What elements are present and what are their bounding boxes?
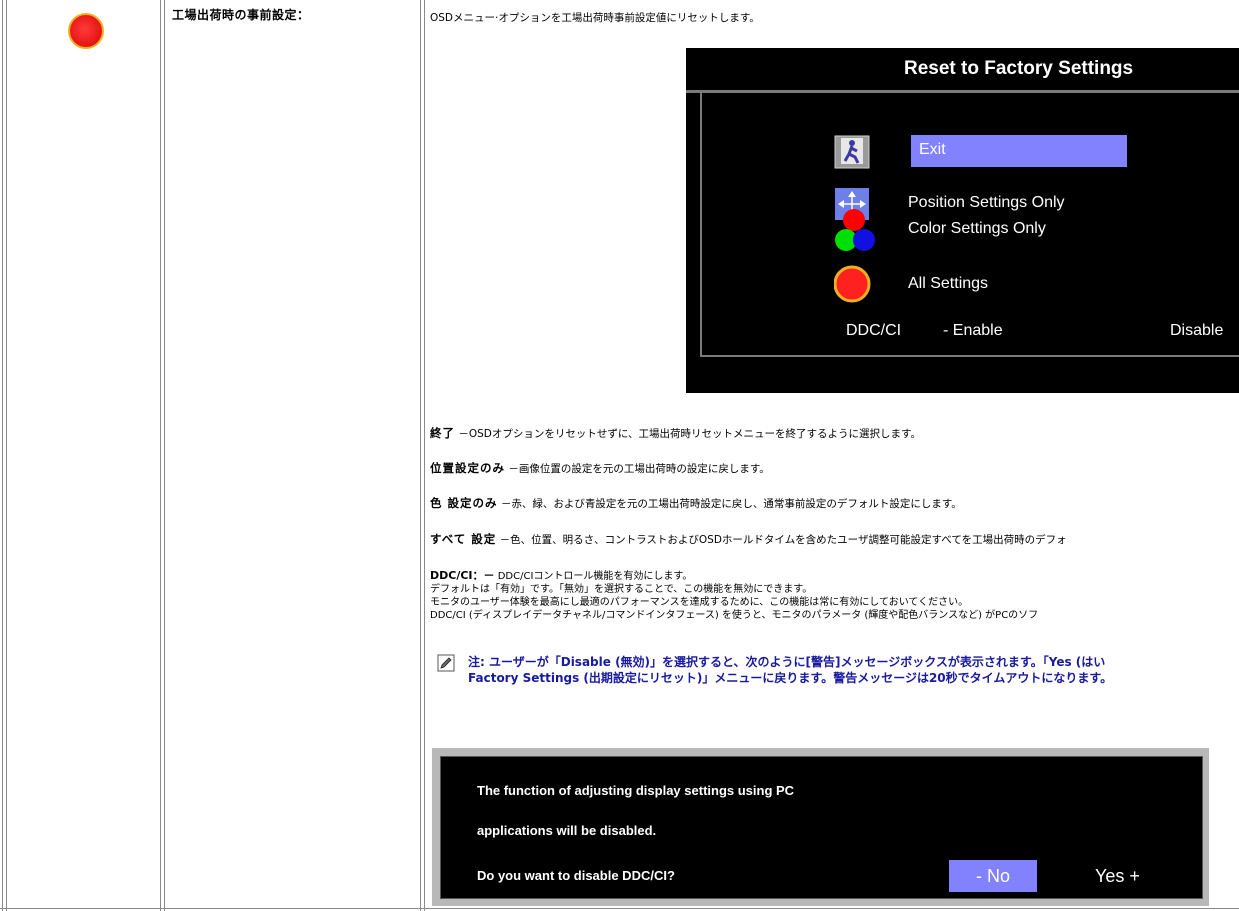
- desc-text: －OSDオプションをリセットせずに、工場出荷時リセットメニューを終了するように選…: [458, 428, 921, 440]
- desc-text: DDC/CIコントロール機能を有効にします。: [497, 571, 693, 582]
- desc-term: 終了: [430, 426, 455, 440]
- yes-button[interactable]: Yes +: [1095, 860, 1140, 892]
- table-border-bottom: [0, 908, 1239, 909]
- desc-term: DDC/CI：－: [430, 569, 495, 582]
- table-border-left: [2, 0, 3, 911]
- osd-title-bar: Reset to Factory Settings: [686, 48, 1239, 93]
- desc-term: 位置設定のみ: [430, 461, 505, 475]
- desc-ddc: DDC/CI：－ DDC/CIコントロール機能を有効にします。 デフォルトは「有…: [430, 569, 1038, 622]
- osd-item-label: Color Settings Only: [908, 220, 1046, 237]
- ddc-label: DDC/CI: [846, 322, 902, 339]
- section-title: 工場出荷時の事前設定：: [172, 8, 310, 22]
- column-divider-1b: [164, 0, 165, 911]
- desc-color: 色 設定のみ －赤、緑、および青設定を元の工場出荷時設定に戻し、通常事前設定のデ…: [430, 495, 962, 511]
- warning-question: Do you want to disable DDC/CI?: [477, 868, 675, 883]
- osd-item-color[interactable]: Color Settings Only: [686, 213, 1239, 247]
- column-divider-1: [160, 0, 161, 911]
- desc-text: －赤、緑、および青設定を元の工場出荷時設定に戻し、通常事前設定のデフォルト設定に…: [500, 498, 962, 510]
- warning-line: applications will be disabled.: [477, 823, 657, 838]
- ddc-enable-option[interactable]: - Enable: [943, 322, 1003, 340]
- desc-position: 位置設定のみ －画像位置の設定を元の工場出荷時の設定に戻します。: [430, 460, 770, 476]
- osd-title: Reset to Factory Settings: [904, 58, 1134, 79]
- osd-item-label: Exit: [919, 141, 946, 158]
- desc-term: すべて 設定: [430, 532, 497, 546]
- intro-text: OSDメニュー·オプションを工場出荷時事前設定値にリセットします。: [430, 12, 760, 24]
- osd-item-all[interactable]: All Settings: [686, 268, 1239, 302]
- desc-text: －画像位置の設定を元の工場出荷時の設定に戻します。: [508, 463, 770, 475]
- exit-door-icon: [834, 135, 870, 169]
- osd-item-label: All Settings: [908, 275, 989, 292]
- desc-term: 色 設定のみ: [430, 496, 498, 510]
- desc-exit: 終了 －OSDオプションをリセットせずに、工場出荷時リセットメニューを終了するよ…: [430, 425, 921, 441]
- osd-item-exit[interactable]: Exit: [911, 135, 1127, 167]
- column-divider-2b: [424, 0, 425, 911]
- desc-text: DDC/CI (ディスプレイデータチャネル/コマンドインタフェース) を使うと、…: [430, 610, 1039, 621]
- desc-text: デフォルトは「有効」です。「無効」を選択することで、この機能を無効にできます。: [430, 584, 813, 595]
- red-circle-icon: [68, 13, 104, 49]
- ddc-disable-option[interactable]: Disable: [1170, 322, 1223, 340]
- osd-reset-menu: Reset to Factory Settings Exit Position …: [686, 48, 1239, 393]
- note-line: 注: ユーザーが「Disable (無効)」を選択すると、次のように[警告]メッ…: [468, 655, 1106, 669]
- ddc-warning-dialog: The function of adjusting display settin…: [432, 748, 1209, 906]
- warning-panel: The function of adjusting display settin…: [440, 756, 1203, 899]
- no-button[interactable]: - No: [949, 860, 1037, 892]
- desc-text: モニタのユーザー体験を最高にし最適のパフォーマンスを達成するために、この機能は常…: [430, 597, 969, 608]
- osd-item-label: Position Settings Only: [908, 194, 1065, 211]
- desc-all: すべて 設定 －色、位置、明るさ、コントラストおよびOSDホールドタイムを含めた…: [430, 531, 1067, 547]
- column-divider-2: [420, 0, 421, 911]
- table-border-left-inner: [6, 0, 7, 911]
- note-text: 注: ユーザーが「Disable (無効)」を選択すると、次のように[警告]メッ…: [468, 654, 1112, 686]
- desc-text: －色、位置、明るさ、コントラストおよびOSDホールドタイムを含めたユーザ調整可能…: [499, 534, 1067, 546]
- note-line: Factory Settings (出期設定にリセット)」メニューに戻ります。警…: [468, 671, 1113, 685]
- pencil-note-icon: [437, 654, 455, 672]
- warning-line: The function of adjusting display settin…: [477, 783, 795, 798]
